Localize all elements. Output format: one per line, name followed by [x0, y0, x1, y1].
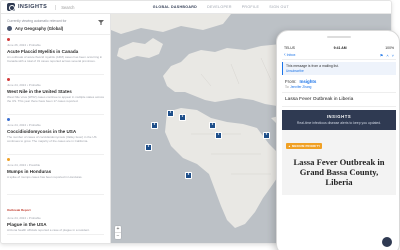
marker-count: 8 [187, 173, 190, 177]
item-meta: June 24, 2024 • Probable [7, 216, 41, 220]
email-subject: Lassa Fever Outbreak in Liberia [282, 93, 396, 107]
priority-label: MEDIUM PRIORITY [291, 144, 321, 149]
chevron-up-icon[interactable]: ˄ [386, 53, 388, 58]
globe-icon [7, 26, 12, 31]
email-screen: TELUS 9:41 AM 100% ‹ Inbox ⚑ ˄ ˅ This me… [282, 44, 396, 250]
alert-card: ▲ MEDIUM PRIORITY Lassa Fever Outbreak in… [282, 130, 396, 196]
email-banner: INSIGHTS Real-time infectious disease al… [282, 110, 396, 131]
nav-developer[interactable]: DEVELOPER [207, 5, 232, 9]
carrier-label: TELUS [284, 45, 295, 50]
item-title: Mumps in Honduras [7, 169, 52, 174]
marker-count: 4 [169, 111, 172, 115]
alerts-sidebar: Currently viewing automatic relevant for… [1, 14, 111, 243]
nav-global-dashboard[interactable]: GLOBAL DASHBOARD [153, 5, 197, 9]
top-nav: GLOBAL DASHBOARD DEVELOPER PROFILE SIGN … [153, 5, 289, 9]
list-item[interactable]: June 24, 2024 • Probable Coccidioidomyco… [7, 115, 104, 155]
recipient-name[interactable]: Jennifer Zhang [290, 85, 311, 89]
list-item[interactable]: June 24, 2024 • Probable West Nile in th… [7, 75, 104, 115]
item-snippet: Arizona health officials reported a case… [7, 228, 90, 232]
marker-count: 2 [181, 115, 184, 119]
item-snippet: A spike of mumps cases has been reported… [7, 175, 83, 179]
severity-dot [7, 38, 10, 41]
app-logo[interactable]: INSIGHTS [7, 3, 47, 11]
notice-text: This message is from a mailing list. [286, 64, 339, 68]
map-marker[interactable]: 2 [179, 114, 186, 121]
inbox-link[interactable]: Inbox [287, 53, 296, 57]
severity-dot [7, 158, 10, 161]
filter-label: Currently viewing automatic relevant for [7, 19, 67, 23]
filter-value: Any Geography (Global) [15, 26, 64, 31]
flag-icon[interactable]: ⚑ [380, 53, 384, 58]
outbreak-report-tag: Outbreak Report [7, 208, 31, 212]
item-title: Coccidioidomycosis in the USA [7, 129, 77, 134]
map-marker[interactable]: 4 [167, 110, 174, 117]
from-label: From: [285, 79, 297, 84]
warning-icon: ▲ [288, 144, 291, 149]
map-marker[interactable]: 3 [145, 144, 152, 151]
nav-sign-out[interactable]: SIGN OUT [269, 5, 289, 9]
geography-filter[interactable]: Currently viewing automatic relevant for… [1, 14, 110, 35]
chevron-down-icon[interactable]: ˅ [392, 53, 394, 58]
item-title: Plague in the USA [7, 222, 47, 227]
severity-dot [7, 78, 10, 81]
phone-mockup: TELUS 9:41 AM 100% ‹ Inbox ⚑ ˄ ˅ This me… [276, 30, 400, 250]
phone-speaker [327, 36, 351, 38]
banner-brand: INSIGHTS [326, 114, 352, 119]
alert-feed: June 26, 2024 • Probable Acute Flaccid M… [1, 35, 110, 235]
map-marker[interactable]: 6 [151, 122, 158, 129]
zoom-control: + − [115, 226, 121, 239]
map-marker[interactable]: 1 [215, 132, 222, 139]
mail-toolbar: ‹ Inbox ⚑ ˄ ˅ [282, 51, 396, 60]
top-navigation-bar: INSIGHTS Search GLOBAL DASHBOARD DEVELOP… [1, 1, 391, 14]
filter-icon[interactable] [98, 20, 104, 25]
map-marker[interactable]: 8 [185, 172, 192, 179]
nav-profile[interactable]: PROFILE [242, 5, 259, 9]
alert-headline: Lassa Fever Outbreak in Grand Bassa Coun… [293, 157, 385, 188]
unsubscribe-link[interactable]: Unsubscribe [286, 69, 393, 73]
mailing-list-notice: This message is from a mailing list. Uns… [282, 62, 396, 75]
map-marker[interactable]: 5 [263, 132, 270, 139]
item-title: West Nile in the United States [7, 89, 72, 94]
map-marker[interactable]: 3 [209, 122, 216, 129]
item-meta: June 24, 2024 • Possible [7, 163, 41, 167]
item-snippet: West Nile virus (WNV) cases continue to … [7, 95, 104, 103]
marker-count: 1 [217, 133, 220, 137]
logo-text: INSIGHTS [18, 4, 48, 10]
to-label: To: [285, 85, 290, 89]
list-item[interactable]: Outbreak Report June 24, 2024 • Probable… [7, 195, 104, 235]
item-meta: June 26, 2024 • Probable [7, 43, 41, 47]
email-header: From: Insights To: Jennifer Zhang [282, 75, 396, 93]
clock: 9:41 AM [333, 45, 347, 50]
item-meta: June 24, 2024 • Probable [7, 123, 41, 127]
logo-icon [7, 3, 15, 11]
sender-name[interactable]: Insights [299, 79, 316, 84]
item-meta: June 24, 2024 • Probable [7, 83, 41, 87]
marker-count: 3 [211, 123, 214, 127]
scroll-indicator-icon [382, 237, 392, 247]
item-snippet: The number of cases of coccidioidomycosi… [7, 135, 97, 143]
priority-badge: ▲ MEDIUM PRIORITY [286, 143, 323, 150]
item-title: Acute Flaccid Myelitis in Canada [7, 49, 79, 54]
banner-description: Real-time infectious disease alerts to k… [296, 121, 382, 125]
marker-count: 3 [147, 145, 150, 149]
search-input[interactable]: Search [55, 4, 74, 10]
list-item[interactable]: June 24, 2024 • Possible Mumps in Hondur… [7, 155, 104, 195]
list-item[interactable]: June 26, 2024 • Probable Acute Flaccid M… [7, 35, 104, 75]
zoom-out-button[interactable]: − [115, 232, 121, 239]
phone-status-bar: TELUS 9:41 AM 100% [282, 44, 396, 51]
battery-level: 100% [385, 45, 394, 50]
marker-count: 5 [265, 133, 268, 137]
severity-dot [7, 118, 10, 121]
item-snippet: An outbreak of acute flaccid myelitis (A… [7, 55, 103, 63]
back-chevron-icon[interactable]: ‹ [284, 52, 286, 58]
marker-count: 6 [153, 123, 156, 127]
